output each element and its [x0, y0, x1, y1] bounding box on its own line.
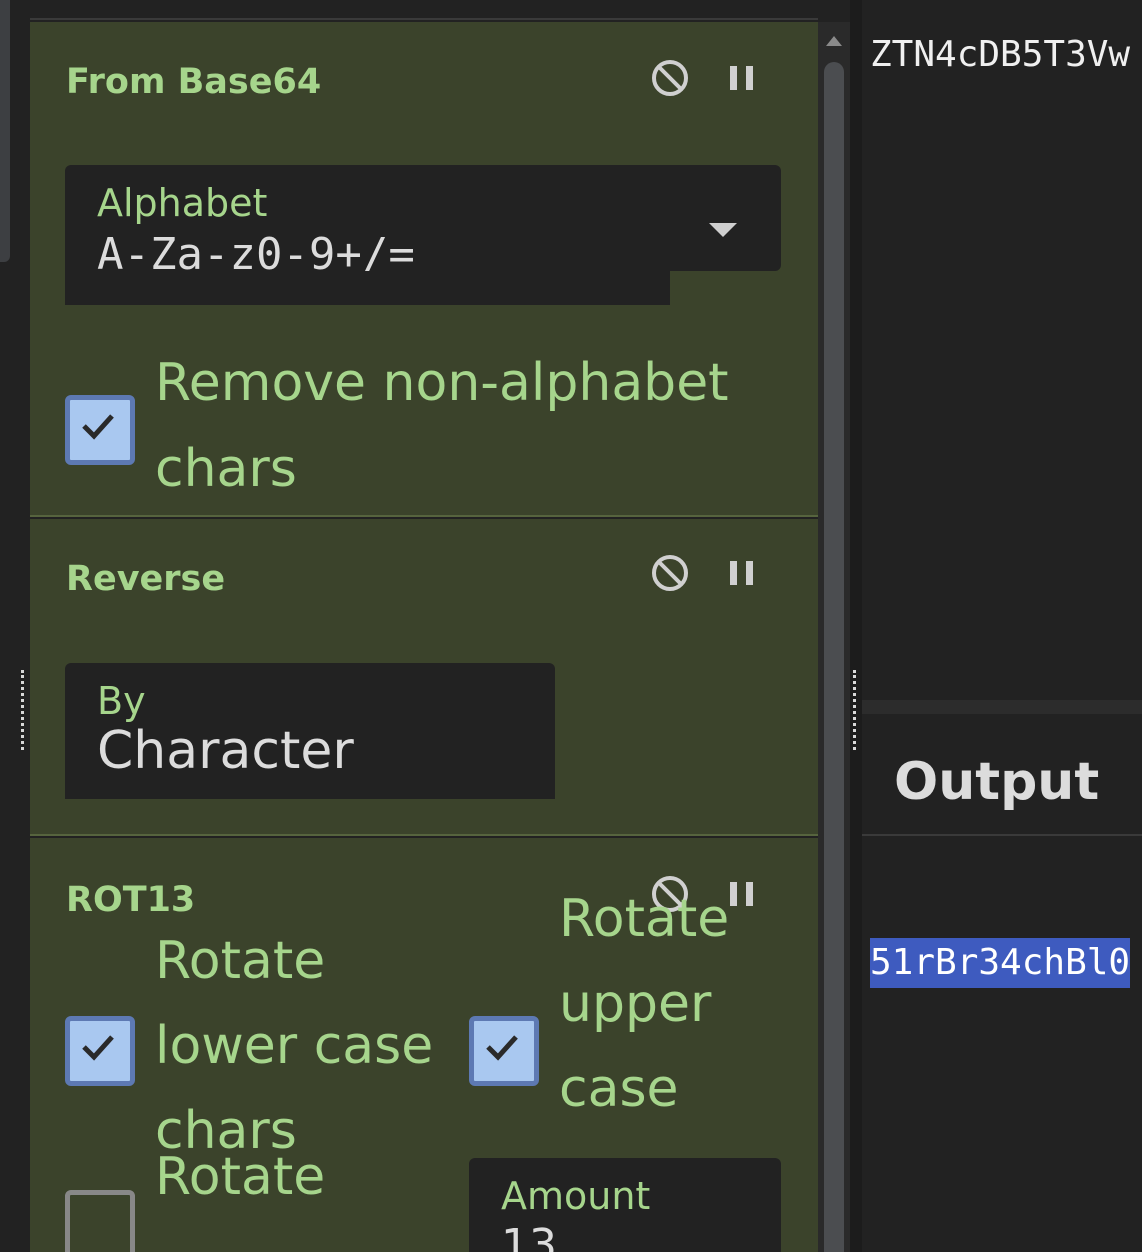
output-header: Output [862, 714, 1142, 836]
rotate-upper-label-2: upper [559, 974, 712, 1034]
recipe-panel: From Base64 Alphabet A-Za-z0-9+/= Remove… [30, 0, 818, 1252]
alphabet-select[interactable]: Alphabet A-Za-z0-9+/= [65, 165, 781, 280]
by-label: By [97, 679, 146, 723]
checkmark-icon [486, 1035, 518, 1061]
by-value: Character [97, 721, 354, 781]
amount-value: 13 [501, 1220, 557, 1252]
scroll-up-arrow-icon[interactable] [826, 36, 842, 46]
panel-resize-handle[interactable] [853, 670, 859, 750]
output-title: Output [894, 752, 1100, 812]
remove-non-alphabet-label: Remove non-alphabet [155, 353, 729, 413]
panel-gutter [850, 0, 862, 1252]
left-resize-handle[interactable] [21, 670, 27, 750]
io-panel: ZTN4cDB5T3Vw Output 51rBr34chBl0 [862, 0, 1142, 1252]
io-separator [862, 700, 1142, 714]
checkmark-icon [82, 414, 114, 440]
remove-non-alphabet-label-2: chars [155, 439, 297, 499]
recipe-scrollbar[interactable] [818, 22, 850, 1252]
rotate-numbers-checkbox[interactable] [65, 1190, 135, 1252]
rotate-upper-checkbox[interactable] [469, 1016, 539, 1086]
amount-label: Amount [501, 1174, 651, 1218]
left-panel-strip [0, 0, 30, 1252]
dropdown-arrow-icon[interactable] [709, 223, 737, 237]
alphabet-select-bottom [65, 271, 670, 305]
rotate-upper-label: Rotate [559, 889, 730, 949]
checkmark-icon [82, 1035, 114, 1061]
operation-reverse[interactable]: Reverse By Character [30, 519, 818, 836]
input-text[interactable]: ZTN4cDB5T3Vw [870, 34, 1130, 75]
left-scrollbar[interactable] [0, 0, 10, 262]
operation-title: Reverse [66, 559, 226, 599]
operation-title: ROT13 [66, 880, 196, 920]
pause-icon[interactable] [722, 553, 762, 593]
remove-non-alphabet-checkbox[interactable] [65, 395, 135, 465]
recipe-scrollbar-thumb[interactable] [824, 62, 844, 1252]
disable-icon[interactable] [650, 553, 690, 593]
rotate-numbers-label: Rotate [155, 1147, 326, 1207]
alphabet-label: Alphabet [97, 181, 268, 225]
rotate-lower-label: Rotate [155, 931, 326, 991]
recipe-topbar [30, 0, 818, 20]
output-text[interactable]: 51rBr34chBl0 [870, 938, 1131, 988]
reverse-by-select[interactable]: By Character [65, 663, 555, 799]
pause-icon[interactable] [722, 58, 762, 98]
operation-from-base64[interactable]: From Base64 Alphabet A-Za-z0-9+/= Remove… [30, 22, 818, 517]
operation-rot13[interactable]: ROT13 Rotate lower case chars Rotate upp… [30, 838, 818, 1252]
operation-title: From Base64 [66, 62, 322, 102]
rotate-upper-label-3: case [559, 1059, 679, 1119]
rotate-lower-label-2: lower case [155, 1016, 434, 1076]
disable-icon[interactable] [650, 58, 690, 98]
rotate-lower-checkbox[interactable] [65, 1016, 135, 1086]
amount-field[interactable]: Amount 13 [469, 1158, 781, 1252]
